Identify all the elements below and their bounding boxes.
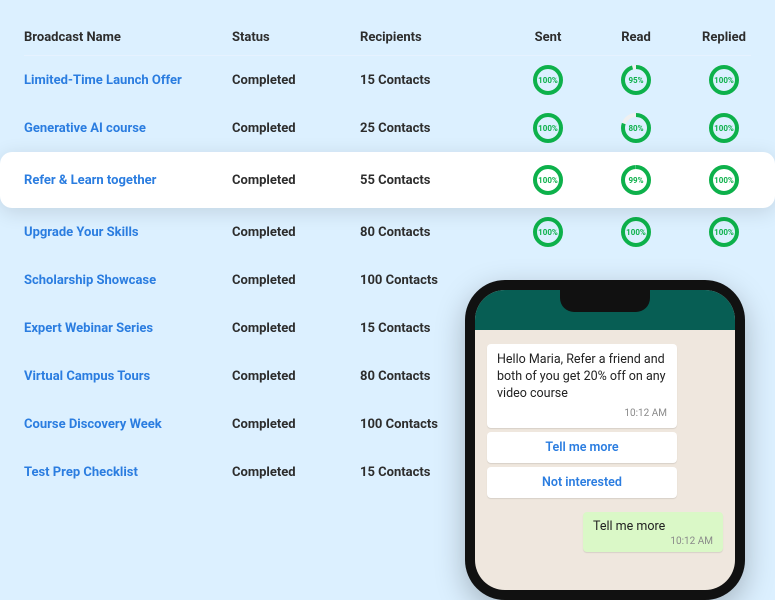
sent-cell: 100% (508, 164, 588, 196)
phone-notch (560, 290, 650, 312)
col-replied: Replied (684, 30, 764, 45)
recipients-text: 55 Contacts (360, 173, 500, 188)
col-status: Status (232, 30, 352, 45)
outgoing-time: 10:12 AM (593, 536, 713, 547)
status-text: Completed (232, 465, 352, 480)
table-row[interactable]: Generative AI course Completed 25 Contacts… (24, 104, 751, 152)
replied-cell: 100% (684, 216, 764, 248)
status-text: Completed (232, 273, 352, 288)
recipients-text: 25 Contacts (360, 121, 500, 136)
incoming-time: 10:12 AM (497, 407, 667, 421)
whatsapp-header (475, 290, 735, 330)
broadcast-name-link[interactable]: Course Discovery Week (24, 417, 224, 432)
broadcast-name-link[interactable]: Test Prep Checklist (24, 465, 224, 480)
broadcast-name-link[interactable]: Scholarship Showcase (24, 273, 224, 288)
broadcast-name-link[interactable]: Generative AI course (24, 121, 224, 136)
quick-reply-button[interactable]: Not interested (487, 467, 677, 498)
col-sent: Sent (508, 30, 588, 45)
read-cell: 100% (596, 216, 676, 248)
progress-ring-icon: 100% (532, 112, 564, 144)
incoming-message: Hello Maria, Refer a friend and both of … (487, 344, 677, 428)
replied-cell: 100% (684, 164, 764, 196)
progress-ring-icon: 100% (708, 164, 740, 196)
broadcast-name-link[interactable]: Virtual Campus Tours (24, 369, 224, 384)
col-recipients: Recipients (360, 30, 500, 45)
progress-ring-icon: 99% (620, 164, 652, 196)
recipients-text: 100 Contacts (360, 273, 500, 288)
progress-ring-icon: 100% (532, 164, 564, 196)
table-row[interactable]: Limited-Time Launch Offer Completed 15 Con… (24, 56, 751, 104)
broadcast-name-link[interactable]: Expert Webinar Series (24, 321, 224, 336)
phone-screen: Hello Maria, Refer a friend and both of … (475, 290, 735, 590)
read-cell: 95% (596, 64, 676, 96)
status-text: Completed (232, 321, 352, 336)
replied-cell: 100% (684, 112, 764, 144)
broadcast-name-link[interactable]: Limited-Time Launch Offer (24, 73, 224, 88)
quick-reply-button[interactable]: Tell me more (487, 432, 677, 463)
table-header: Broadcast Name Status Recipients Sent Re… (24, 20, 751, 56)
progress-ring-icon: 80% (620, 112, 652, 144)
status-text: Completed (232, 417, 352, 432)
status-text: Completed (232, 173, 352, 188)
sent-cell: 100% (508, 216, 588, 248)
progress-ring-icon: 100% (708, 64, 740, 96)
chat-area: Hello Maria, Refer a friend and both of … (475, 330, 735, 566)
read-cell: 80% (596, 112, 676, 144)
col-name: Broadcast Name (24, 30, 224, 45)
table-row[interactable]: Upgrade Your SkillsCompleted80 Contacts … (24, 208, 751, 256)
progress-ring-icon: 100% (708, 112, 740, 144)
status-text: Completed (232, 121, 352, 136)
sent-cell: 100% (508, 112, 588, 144)
progress-ring-icon: 100% (708, 216, 740, 248)
status-text: Completed (232, 369, 352, 384)
table-row[interactable]: Refer & Learn together Completed 55 Contac… (0, 152, 775, 208)
incoming-text: Hello Maria, Refer a friend and both of … (497, 352, 666, 401)
col-read: Read (596, 30, 676, 45)
phone-mockup: Hello Maria, Refer a friend and both of … (465, 280, 745, 600)
outgoing-message: Tell me more 10:12 AM (583, 512, 723, 552)
status-text: Completed (232, 225, 352, 240)
progress-ring-icon: 100% (532, 64, 564, 96)
outgoing-text: Tell me more (593, 519, 665, 534)
broadcast-name-link[interactable]: Refer & Learn together (24, 173, 224, 188)
replied-cell: 100% (684, 64, 764, 96)
broadcast-name-link[interactable]: Upgrade Your Skills (24, 225, 224, 240)
recipients-text: 15 Contacts (360, 73, 500, 88)
sent-cell: 100% (508, 64, 588, 96)
progress-ring-icon: 95% (620, 64, 652, 96)
recipients-text: 80 Contacts (360, 225, 500, 240)
progress-ring-icon: 100% (532, 216, 564, 248)
progress-ring-icon: 100% (620, 216, 652, 248)
status-text: Completed (232, 73, 352, 88)
read-cell: 99% (596, 164, 676, 196)
